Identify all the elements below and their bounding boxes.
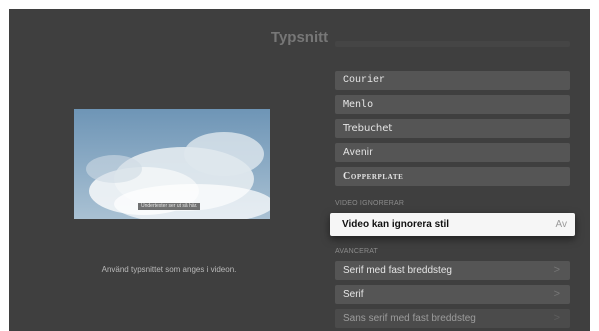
font-option-courier[interactable]: Courier — [335, 71, 570, 90]
video-override-style-toggle[interactable]: Video kan ignorera stil Av — [330, 213, 575, 236]
font-option-label: Trebuchet — [343, 123, 393, 134]
section-header-advanced: AVANCERAT — [335, 248, 379, 255]
font-option-label: Menlo — [343, 99, 374, 110]
advanced-item-label: Sans serif med fast breddsteg — [343, 313, 476, 324]
section-header-video-overrides: VIDEO IGNORERAR — [335, 200, 405, 207]
subtitle-preview: Undertexter ser ut så här. — [74, 109, 270, 219]
advanced-serif-monospace[interactable]: Serif med fast breddsteg > — [335, 261, 570, 280]
chevron-right-icon: > — [553, 288, 560, 300]
toggle-label: Video kan ignorera stil — [342, 219, 450, 230]
advanced-item-label: Serif med fast breddsteg — [343, 265, 452, 276]
subtitle-sample: Undertexter ser ut så här. — [138, 203, 201, 210]
font-option-label: Avenir — [343, 147, 373, 158]
font-option-copperplate[interactable]: Copperplate — [335, 167, 570, 186]
advanced-sans-serif-monospace[interactable]: Sans serif med fast breddsteg > — [335, 309, 570, 328]
font-option-trebuchet[interactable]: Trebuchet — [335, 119, 570, 138]
advanced-item-label: Serif — [343, 289, 364, 300]
advanced-serif[interactable]: Serif > — [335, 285, 570, 304]
help-text: Använd typsnittet som anges i videon. — [101, 265, 237, 274]
toggle-value: Av — [555, 219, 568, 230]
font-option-label: Copperplate — [343, 171, 404, 182]
font-option-menlo[interactable]: Menlo — [335, 95, 570, 114]
tv-settings-screen: Typsnitt Undertexter ser ut så här. Anvä… — [9, 9, 590, 331]
chevron-right-icon: > — [553, 264, 560, 276]
font-option-avenir[interactable]: Avenir — [335, 143, 570, 162]
chevron-right-icon: > — [553, 312, 560, 324]
scrolled-item-hint — [335, 41, 570, 47]
font-option-label: Courier — [343, 75, 386, 86]
